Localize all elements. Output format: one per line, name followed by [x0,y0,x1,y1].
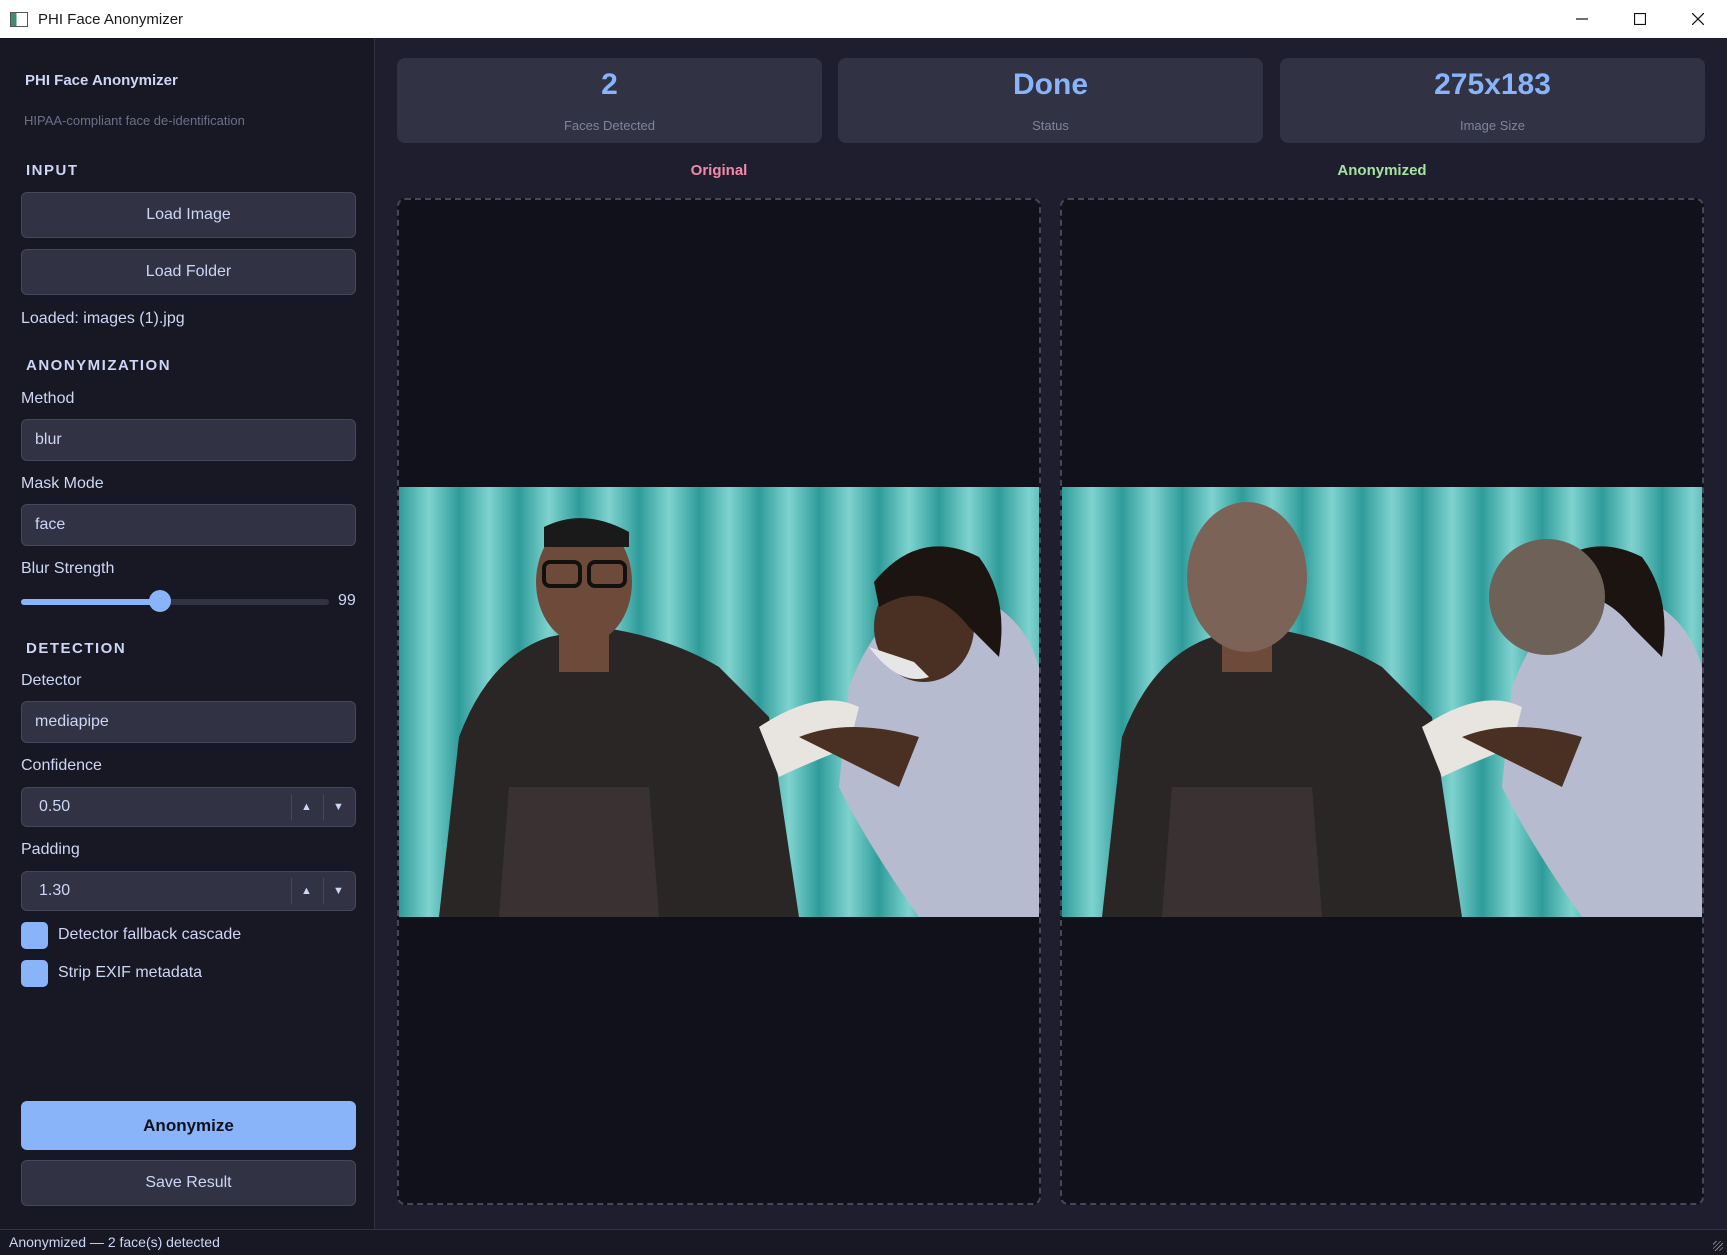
anonymized-panel-title: Anonymized [1337,162,1427,179]
confidence-decrement-button[interactable]: ▼ [323,794,353,820]
minimize-button[interactable] [1553,0,1611,38]
anonymized-photo [1062,487,1702,917]
loaded-file-label: Loaded: images (1).jpg [21,310,185,327]
load-folder-button[interactable]: Load Folder [21,249,356,295]
blur-strength-slider[interactable] [21,599,329,605]
fallback-cascade-label: Detector fallback cascade [58,926,242,943]
padding-spinbox[interactable]: 1.30 ▲ ▼ [21,871,356,911]
chevron-down-icon: ▼ [333,801,344,813]
confidence-value: 0.50 [39,798,71,815]
faces-detected-caption: Faces Detected [563,118,656,133]
confidence-increment-button[interactable]: ▲ [291,794,321,820]
method-select[interactable]: blur [21,419,356,461]
status-caption: Status [1032,118,1069,133]
blur-strength-value: 99 [338,592,356,609]
section-title-detection: DETECTION [26,640,127,657]
status-bar: Anonymized — 2 face(s) detected [0,1229,1727,1255]
sidebar-app-name: PHI Face Anonymizer [25,72,178,89]
window-title: PHI Face Anonymizer [38,10,184,28]
blurred-face-1 [1187,502,1307,652]
padding-decrement-button[interactable]: ▼ [323,878,353,904]
mask-mode-select[interactable]: face [21,504,356,546]
confidence-label: Confidence [21,757,102,774]
app-icon [10,11,28,27]
strip-exif-checkbox[interactable] [21,960,48,987]
blur-strength-label: Blur Strength [21,560,115,577]
original-photo [399,487,1039,917]
window-titlebar: PHI Face Anonymizer [0,0,1727,38]
load-image-button[interactable]: Load Image [21,192,356,238]
section-title-input: INPUT [26,162,79,179]
status-value: Done [1013,68,1088,101]
faces-detected-value: 2 [601,68,618,101]
status-bar-text: Anonymized — 2 face(s) detected [9,1234,220,1250]
image-size-caption: Image Size [1459,118,1526,133]
fallback-cascade-checkbox[interactable] [21,922,48,949]
confidence-spinbox[interactable]: 0.50 ▲ ▼ [21,787,356,827]
blurred-face-2 [1489,539,1605,655]
close-icon [1692,13,1704,25]
chevron-down-icon: ▼ [333,885,344,897]
resize-grip-icon[interactable] [1713,1241,1723,1251]
original-panel-title: Original [690,162,748,179]
save-result-button[interactable]: Save Result [21,1160,356,1206]
stat-card-image-size: 275x183 Image Size [1280,58,1705,143]
image-size-value: 275x183 [1434,68,1551,101]
strip-exif-label: Strip EXIF metadata [58,964,203,981]
padding-increment-button[interactable]: ▲ [291,878,321,904]
minimize-icon [1576,18,1588,20]
anonymized-image-panel [1060,198,1704,1205]
stat-card-status: Done Status [838,58,1263,143]
original-image-panel [397,198,1041,1205]
detector-label: Detector [21,672,82,689]
section-title-anonymization: ANONYMIZATION [26,357,172,374]
detector-select[interactable]: mediapipe [21,701,356,743]
chevron-up-icon: ▲ [301,885,312,897]
mask-mode-label: Mask Mode [21,475,104,492]
anonymize-button[interactable]: Anonymize [21,1101,356,1150]
blur-strength-handle[interactable] [148,590,171,612]
sidebar: PHI Face Anonymizer HIPAA-compliant face… [0,38,375,1229]
stat-card-faces: 2 Faces Detected [397,58,822,143]
chevron-up-icon: ▲ [301,801,312,813]
padding-label: Padding [21,841,80,858]
sidebar-app-subtitle: HIPAA-compliant face de-identification [24,113,245,128]
close-button[interactable] [1669,0,1727,38]
method-label: Method [21,390,75,407]
maximize-icon [1634,13,1646,25]
blur-strength-fill [21,599,160,605]
maximize-button[interactable] [1611,0,1669,38]
padding-value: 1.30 [39,882,71,899]
